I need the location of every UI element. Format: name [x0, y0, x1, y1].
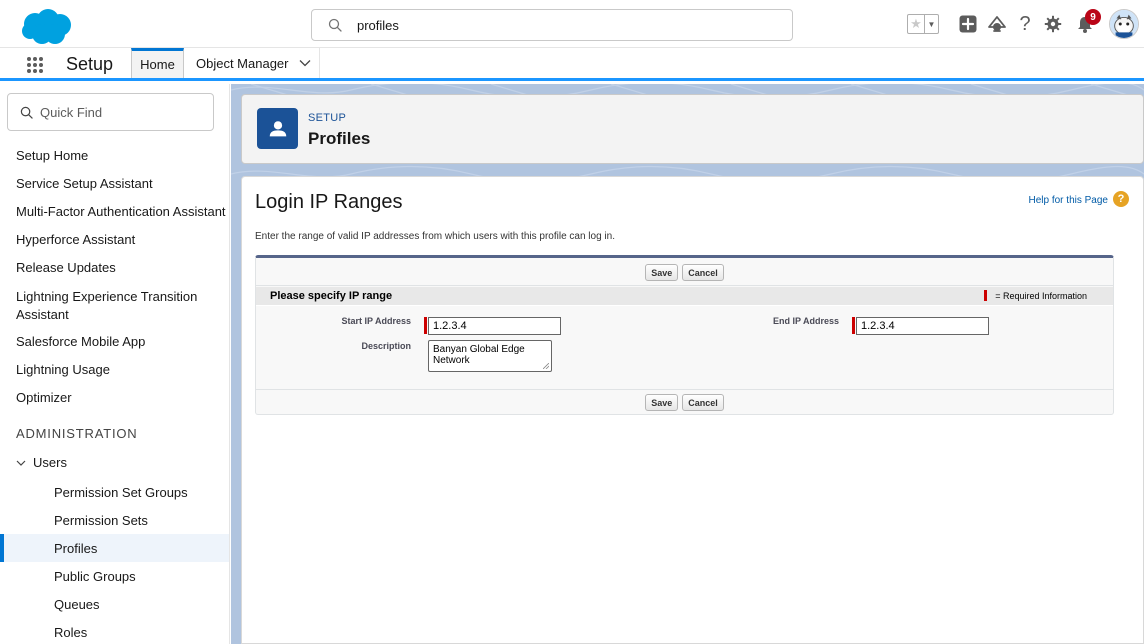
nav-section-administration: ADMINISTRATION: [16, 426, 138, 441]
login-ip-ranges-card: Login IP Ranges Help for this Page ? Ent…: [241, 176, 1144, 644]
tab-object-manager-label: Object Manager: [196, 55, 289, 71]
nav-sub-label: Public Groups: [54, 568, 136, 584]
nav-item-optimizer[interactable]: Optimizer: [0, 389, 229, 407]
help-icon[interactable]: ?: [1018, 14, 1032, 34]
page-title: Profiles: [308, 129, 371, 148]
nav-item-hyperforce-assistant[interactable]: Hyperforce Assistant: [0, 231, 229, 249]
nav-sub-label: Queues: [54, 596, 100, 612]
nav-sub-profiles[interactable]: Profiles: [0, 534, 229, 562]
profile-icon: [257, 108, 298, 149]
nav-sub-queues[interactable]: Queues: [0, 590, 229, 618]
nav-sub-label: Roles: [54, 624, 88, 640]
header-utility-icons: ★ ▼ ? 9: [907, 8, 1139, 40]
section-header: Please specify IP range = Required Infor…: [256, 287, 1113, 306]
start-ip-label: Start IP Address: [341, 316, 411, 326]
gear-icon[interactable]: [1044, 15, 1062, 33]
app-launcher-waffle-icon[interactable]: [26, 56, 44, 74]
user-avatar[interactable]: [1109, 9, 1139, 39]
global-header: profiles ★ ▼ ? 9: [0, 0, 1144, 48]
notifications-bell-icon[interactable]: 9: [1076, 9, 1101, 34]
description-value: Banyan Global Edge Network: [433, 344, 525, 366]
nav-sub-permission-set-groups[interactable]: Permission Set Groups: [0, 478, 229, 506]
nav-item-salesforce-mobile-app[interactable]: Salesforce Mobile App: [0, 333, 229, 351]
global-actions-plus-icon[interactable]: [959, 15, 977, 33]
salesforce-logo[interactable]: [18, 8, 74, 46]
global-search-input[interactable]: profiles: [311, 9, 793, 41]
quick-find-placeholder: Quick Find: [40, 104, 103, 120]
nav-item-mfa-assistant[interactable]: Multi-Factor Authentication Assistant: [0, 203, 229, 221]
tab-home[interactable]: Home: [131, 48, 184, 78]
cancel-button-top[interactable]: Cancel: [682, 264, 724, 281]
favorites-group: ★ ▼: [907, 13, 939, 35]
search-icon: [328, 18, 342, 32]
favorites-star-icon[interactable]: ★: [907, 14, 925, 34]
save-button-bottom[interactable]: Save: [645, 394, 679, 411]
end-ip-label: End IP Address: [772, 316, 839, 326]
required-legend-text: = Required Information: [995, 290, 1087, 301]
nav-item-service-setup-assistant[interactable]: Service Setup Assistant: [0, 175, 229, 193]
nav-sub-permission-sets[interactable]: Permission Sets: [0, 506, 229, 534]
nav-sub-public-groups[interactable]: Public Groups: [0, 562, 229, 590]
nav-item-lightning-transition-assistant[interactable]: Lightning Experience Transition Assistan…: [0, 288, 210, 324]
top-button-row: Save Cancel: [256, 260, 1113, 286]
start-ip-input[interactable]: [428, 317, 561, 335]
page-kicker: SETUP: [308, 112, 347, 124]
favorites-dropdown-icon[interactable]: ▼: [925, 14, 939, 34]
trailhead-icon[interactable]: [987, 15, 1007, 33]
login-ip-ranges-title: Login IP Ranges: [255, 191, 403, 213]
textarea-resize-handle[interactable]: [543, 363, 549, 369]
notification-count-badge: 9: [1085, 9, 1101, 25]
setup-left-nav: Quick Find Setup Home Service Setup Assi…: [0, 84, 230, 644]
nav-sub-label: Permission Set Groups: [54, 484, 188, 500]
tab-object-manager[interactable]: Object Manager: [196, 48, 311, 78]
help-for-this-page-link[interactable]: Help for this Page: [1029, 195, 1109, 206]
instruction-text: Enter the range of valid IP addresses fr…: [255, 231, 615, 242]
nav-group-users[interactable]: Users: [16, 455, 67, 470]
app-name: Setup: [66, 54, 114, 74]
tab-home-label: Home: [140, 57, 175, 72]
nav-sub-roles[interactable]: Roles: [0, 618, 229, 644]
section-title: Please specify IP range: [270, 290, 393, 302]
start-ip-required-indicator: [424, 317, 427, 334]
description-label: Description: [361, 341, 411, 351]
save-button-top[interactable]: Save: [645, 264, 679, 281]
tab-divider: [319, 48, 320, 78]
nav-sub-label: Permission Sets: [54, 512, 148, 528]
app-context-bar: Setup Home Object Manager: [0, 48, 1144, 81]
required-legend: = Required Information: [984, 290, 1087, 301]
chevron-down-icon[interactable]: [299, 59, 311, 67]
required-indicator: [984, 290, 988, 301]
main-content-area: SETUP Profiles Login IP Ranges Help for …: [231, 84, 1144, 644]
search-icon: [20, 106, 33, 119]
search-value: profiles: [357, 17, 399, 33]
bottom-button-row: Save Cancel: [256, 389, 1113, 415]
help-question-icon[interactable]: ?: [1113, 191, 1129, 207]
ip-range-form: Save Cancel Please specify IP range = Re…: [255, 255, 1114, 415]
chevron-down-icon: [16, 460, 26, 466]
quick-find-input[interactable]: Quick Find: [7, 93, 214, 131]
page-header: SETUP Profiles: [241, 94, 1144, 164]
nav-item-setup-home[interactable]: Setup Home: [0, 147, 229, 165]
end-ip-input[interactable]: [856, 317, 989, 335]
nav-group-users-label: Users: [33, 455, 67, 470]
end-ip-required-indicator: [852, 317, 855, 334]
description-textarea[interactable]: Banyan Global Edge Network: [428, 340, 552, 372]
nav-item-release-updates[interactable]: Release Updates: [0, 259, 229, 277]
cancel-button-bottom[interactable]: Cancel: [682, 394, 724, 411]
nav-item-lightning-usage[interactable]: Lightning Usage: [0, 361, 229, 379]
nav-sub-label: Profiles: [54, 540, 98, 556]
